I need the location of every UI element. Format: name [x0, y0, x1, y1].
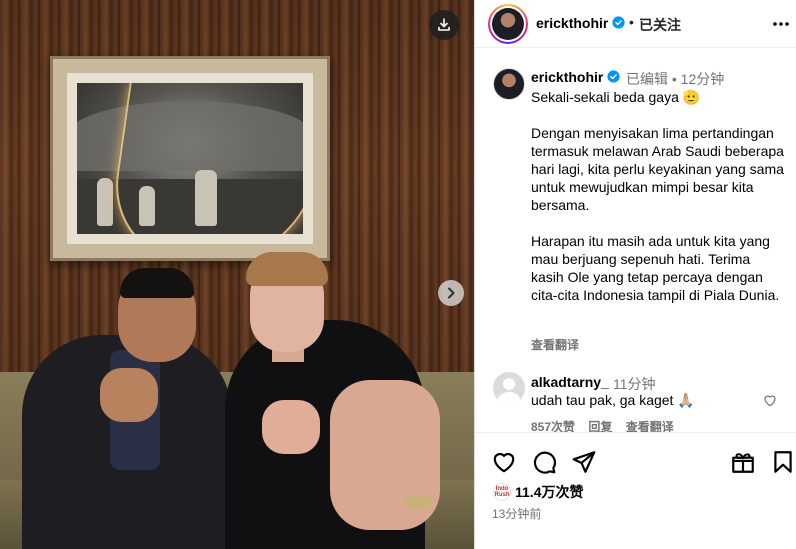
comment-icon[interactable]: [531, 449, 557, 475]
post-timestamp: 13分钟前: [492, 507, 542, 521]
verified-badge-icon: [612, 16, 625, 29]
reply-button[interactable]: 回复: [588, 420, 612, 432]
comment-translate-link[interactable]: 查看翻译: [626, 420, 674, 432]
post-side-panel: erickthohir • 已关注 erickthohir 已编辑 • 12分钟…: [474, 0, 796, 549]
liker-avatar[interactable]: Indo Rush: [493, 483, 511, 501]
author-avatar[interactable]: [488, 4, 528, 44]
download-icon: [438, 18, 450, 31]
comment-actions: 857次赞 回复 查看翻译: [531, 418, 684, 432]
framed-picture: [50, 56, 330, 261]
next-slide-button[interactable]: [438, 280, 464, 306]
caption-avatar[interactable]: [493, 68, 525, 100]
chevron-right-icon: [448, 287, 455, 299]
comment-time: 11分钟: [613, 376, 656, 392]
comment-likes[interactable]: 857次赞: [531, 420, 575, 432]
caption-section: erickthohir 已编辑 • 12分钟 Sekali-sekali bed…: [475, 60, 796, 432]
following-button[interactable]: 已关注: [639, 15, 681, 35]
heart-icon[interactable]: [762, 392, 778, 408]
more-horizontal-icon[interactable]: [771, 14, 791, 34]
comment-text: udah tau pak, ga kaget 🙏🏼: [531, 392, 695, 408]
likes-count[interactable]: 11.4万次赞: [515, 482, 583, 502]
post-header: erickthohir • 已关注: [475, 0, 796, 48]
caption-username[interactable]: erickthohir: [531, 69, 620, 85]
caption-text: Sekali-sekali beda gaya 🫡 Dengan menyisa…: [531, 89, 784, 303]
caption-meta: 已编辑 • 12分钟: [626, 71, 725, 87]
comment-avatar[interactable]: [493, 372, 525, 404]
action-bar: Indo Rush 11.4万次赞 13分钟前: [475, 432, 796, 549]
likes-row: Indo Rush 11.4万次赞: [493, 483, 583, 501]
post-photo: [0, 0, 474, 549]
download-button[interactable]: [429, 10, 459, 40]
see-translation-link[interactable]: 查看翻译: [531, 336, 579, 353]
heart-icon[interactable]: [491, 449, 517, 475]
bookmark-icon[interactable]: [770, 449, 796, 475]
author-username[interactable]: erickthohir: [536, 15, 625, 31]
separator-dot: •: [629, 14, 634, 30]
verified-badge-icon: [607, 70, 620, 83]
share-icon[interactable]: [571, 449, 597, 475]
gift-icon[interactable]: [730, 449, 756, 475]
comment-username[interactable]: alkadtarny_: [531, 374, 609, 390]
